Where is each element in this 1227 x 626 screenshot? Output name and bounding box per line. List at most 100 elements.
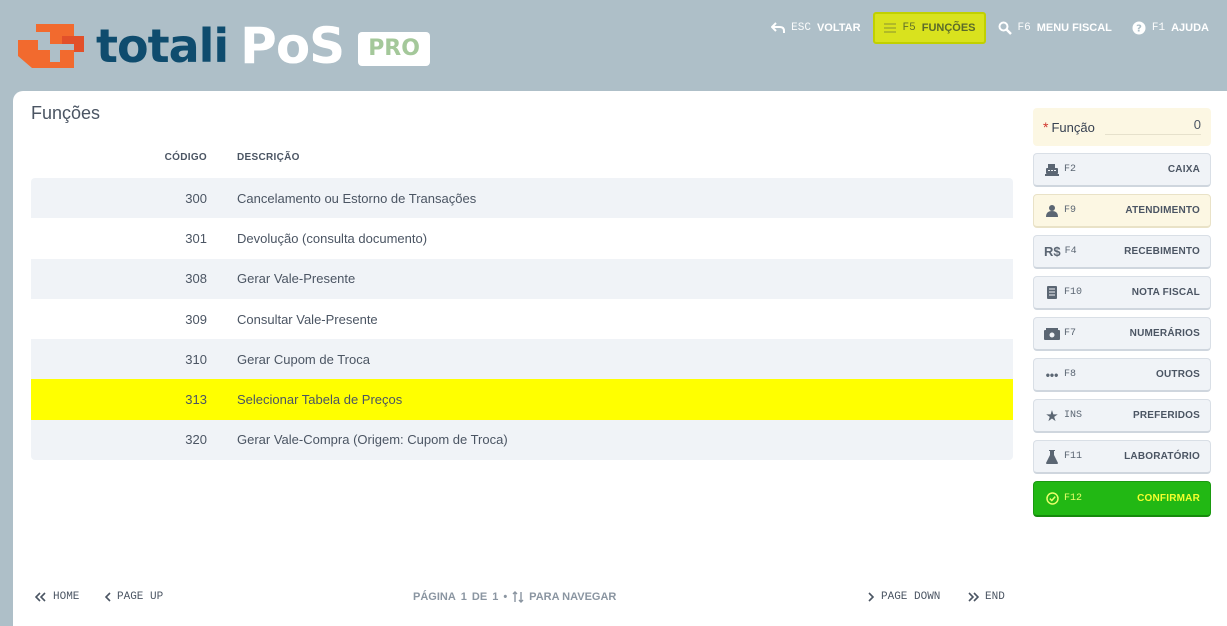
pagination-of-label: DE xyxy=(471,591,488,603)
fiscal-label: MENU FISCAL xyxy=(1036,22,1112,34)
row-description: Gerar Vale-Compra (Origem: Cupom de Troc… xyxy=(237,432,508,448)
back-key: ESC xyxy=(791,22,811,34)
chevron-left-icon xyxy=(104,592,111,602)
chevron-right-icon xyxy=(868,592,875,602)
row-description: Gerar Vale-Presente xyxy=(237,271,356,287)
bullet-separator: • xyxy=(503,591,508,603)
attendance-key: F9 xyxy=(1064,205,1077,216)
column-header-code: CÓDIGO xyxy=(164,151,207,163)
laboratory-key: F11 xyxy=(1064,451,1083,462)
row-code: 308 xyxy=(185,271,207,287)
page-title: Funções xyxy=(31,103,101,123)
brand-name: totali xyxy=(96,19,229,73)
laboratory-button[interactable]: F11 LABORATÓRIO xyxy=(1033,440,1211,474)
row-description: Devolução (consulta documento) xyxy=(237,230,428,246)
others-button[interactable]: ••• F8 OUTROS xyxy=(1033,358,1211,392)
table-row[interactable]: 309 Consultar Vale-Presente xyxy=(31,298,1013,340)
edition-badge: PRO xyxy=(358,32,430,66)
help-icon: ? xyxy=(1132,21,1146,35)
double-chevron-right-icon xyxy=(968,592,979,602)
favorites-button[interactable]: ★ INS PREFERIDOS xyxy=(1033,399,1211,433)
menu-lines-icon xyxy=(883,21,897,35)
cash-register-key: F2 xyxy=(1064,164,1077,175)
check-circle-icon xyxy=(1044,491,1060,507)
function-field-label: Função xyxy=(1051,119,1095,135)
home-label: HOME xyxy=(53,591,80,603)
attendance-button[interactable]: F9 ATENDIMENTO xyxy=(1033,194,1211,228)
others-key: F8 xyxy=(1064,369,1077,380)
cash-register-label: CAIXA xyxy=(1167,164,1200,175)
function-code-field[interactable]: * Função 0 xyxy=(1033,108,1211,146)
cash-register-button[interactable]: F2 CAIXA xyxy=(1033,153,1211,187)
help-button[interactable]: ? F1 AJUDA xyxy=(1124,13,1217,43)
receipt-button[interactable]: R$ F4 RECEBIMENTO xyxy=(1033,235,1211,269)
table-row[interactable]: 300 Cancelamento ou Estorno de Transaçõe… xyxy=(31,178,1013,219)
product-name: PoS xyxy=(240,17,345,75)
home-button[interactable]: HOME xyxy=(35,585,79,609)
end-button[interactable]: END xyxy=(967,585,1005,609)
table-footer: HOME PAGE UP PÁGINA 1 DE 1 • PARA NAVEGA… xyxy=(31,585,1013,609)
table-row-selected[interactable]: 313 Selecionar Tabela de Preços xyxy=(31,379,1013,420)
page-up-label: PAGE UP xyxy=(117,591,164,603)
table-body: 300 Cancelamento ou Estorno de Transaçõe… xyxy=(31,178,1013,461)
pagination-info: PÁGINA 1 DE 1 • PARA NAVEGAR xyxy=(413,585,616,609)
cash-values-key: F7 xyxy=(1064,328,1077,339)
table-row[interactable]: 308 Gerar Vale-Presente xyxy=(31,258,1013,299)
header: totali PoS PRO ESC VOLTAR F5 FUNÇÕES F6 … xyxy=(0,0,1227,90)
back-button[interactable]: ESC VOLTAR xyxy=(763,13,868,43)
function-field-value[interactable]: 0 xyxy=(1105,117,1201,135)
invoice-button[interactable]: F10 NOTA FISCAL xyxy=(1033,276,1211,310)
confirm-button[interactable]: F12 CONFIRMAR xyxy=(1033,481,1211,517)
table-row[interactable]: 320 Gerar Vale-Compra (Origem: Cupom de … xyxy=(31,419,1013,461)
functions-label: FUNÇÕES xyxy=(921,22,976,34)
receipt-label: RECEBIMENTO xyxy=(1124,246,1200,257)
confirm-label: CONFIRMAR xyxy=(1137,493,1200,504)
attendance-label: ATENDIMENTO xyxy=(1125,205,1200,216)
table-row[interactable]: 310 Gerar Cupom de Troca xyxy=(31,339,1013,380)
cash-values-button[interactable]: F7 NUMERÁRIOS xyxy=(1033,317,1211,351)
star-icon: ★ xyxy=(1045,407,1059,425)
double-chevron-left-icon xyxy=(35,592,46,602)
help-label: AJUDA xyxy=(1171,22,1209,34)
real-currency-icon: R$ xyxy=(1044,244,1061,259)
required-asterisk: * xyxy=(1043,119,1049,135)
row-description: Consultar Vale-Presente xyxy=(237,311,378,327)
cash-register-icon xyxy=(1044,162,1060,178)
laboratory-label: LABORATÓRIO xyxy=(1124,451,1200,462)
logo: totali PoS PRO xyxy=(16,20,430,72)
functions-key: F5 xyxy=(902,22,916,34)
help-key: F1 xyxy=(1151,22,1166,34)
confirm-key: F12 xyxy=(1064,493,1083,504)
page-down-button[interactable]: PAGE DOWN xyxy=(868,585,940,609)
row-code: 320 xyxy=(185,432,207,448)
row-description: Cancelamento ou Estorno de Transações xyxy=(237,190,477,206)
flask-icon xyxy=(1044,449,1060,465)
row-code: 301 xyxy=(185,230,207,246)
others-label: OUTROS xyxy=(1156,369,1200,380)
function-sidebar: * Função 0 F2 CAIXA F9 ATENDIMENTO R$ F4… xyxy=(1033,108,1211,517)
page-up-button[interactable]: PAGE UP xyxy=(104,585,163,609)
page-down-label: PAGE DOWN xyxy=(881,591,941,603)
ellipsis-icon: ••• xyxy=(1045,367,1059,382)
cash-values-label: NUMERÁRIOS xyxy=(1129,328,1200,339)
fiscal-menu-button[interactable]: F6 MENU FISCAL xyxy=(990,13,1120,43)
pagination-page-label: PÁGINA xyxy=(413,591,456,603)
search-icon xyxy=(998,21,1012,35)
column-header-description: DESCRIÇÃO xyxy=(237,151,300,163)
row-description: Gerar Cupom de Troca xyxy=(237,351,370,367)
pagination-total: 1 xyxy=(492,591,499,603)
end-label: END xyxy=(985,591,1005,603)
back-label: VOLTAR xyxy=(816,22,861,34)
favorites-key: INS xyxy=(1064,410,1083,421)
document-icon xyxy=(1044,285,1060,301)
row-code: 313 xyxy=(185,392,207,408)
up-down-arrows-icon xyxy=(512,591,524,603)
table-row[interactable]: 301 Devolução (consulta documento) xyxy=(31,218,1013,259)
user-icon xyxy=(1044,203,1060,219)
row-code: 300 xyxy=(185,190,207,206)
functions-table: CÓDIGO DESCRIÇÃO 300 Cancelamento ou Est… xyxy=(31,147,1013,461)
totali-logo-icon xyxy=(18,24,84,68)
fiscal-key: F6 xyxy=(1017,22,1031,34)
favorites-label: PREFERIDOS xyxy=(1132,410,1200,421)
functions-button[interactable]: F5 FUNÇÕES xyxy=(872,12,986,44)
